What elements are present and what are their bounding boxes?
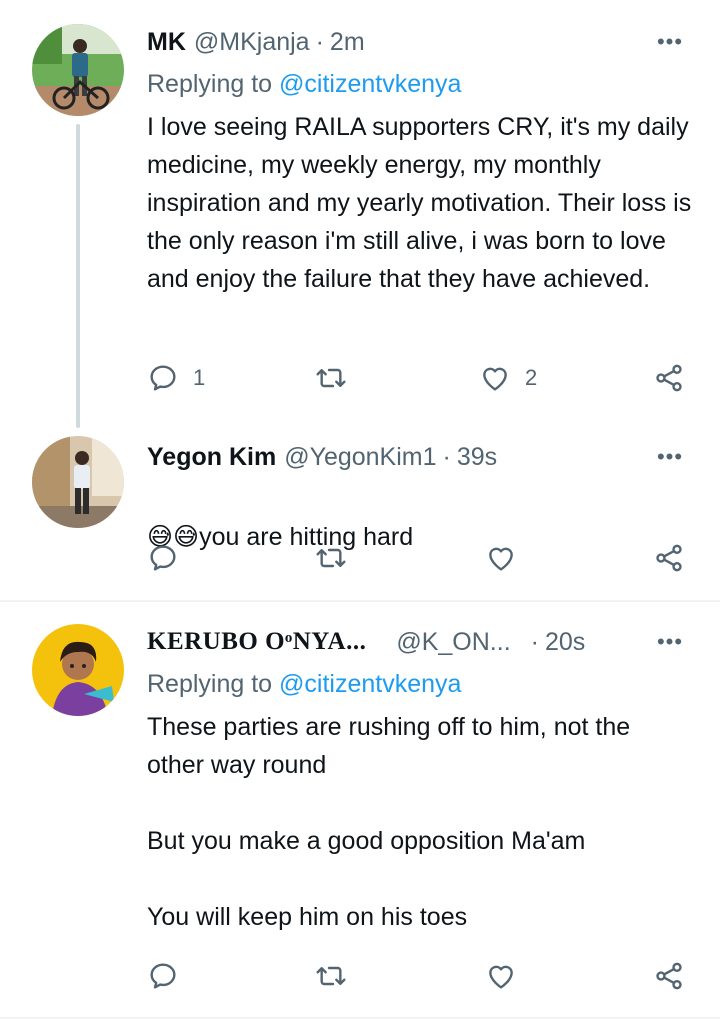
reply-button[interactable]	[147, 956, 179, 996]
replying-to: Replying to @citizentvkenya	[147, 70, 461, 99]
replying-label: Replying to	[147, 70, 280, 98]
timestamp[interactable]: 2m	[330, 28, 365, 57]
share-button[interactable]	[653, 358, 685, 398]
tweet-mk[interactable]: MK @MKjanja · 2m ••• Replying to @citize…	[0, 0, 720, 430]
handle[interactable]: @MKjanja	[194, 28, 310, 57]
tweet-yegon[interactable]: Yegon Kim @YegonKim1 · 39s ••• 😅😅you are…	[0, 430, 720, 600]
share-icon	[653, 542, 685, 574]
heart-icon	[479, 362, 511, 394]
divider	[0, 1017, 720, 1019]
replying-to: Replying to @citizentvkenya	[147, 670, 461, 699]
retweet-button[interactable]	[315, 956, 347, 996]
replying-to-link[interactable]: @citizentvkenya	[279, 670, 461, 698]
tweet-header: MK @MKjanja · 2m •••	[147, 24, 690, 60]
display-name[interactable]: MK	[147, 28, 186, 57]
display-name[interactable]: Yegon Kim	[147, 443, 276, 472]
reply-icon	[147, 542, 179, 574]
reply-button[interactable]: 1	[147, 358, 205, 398]
share-button[interactable]	[653, 956, 685, 996]
reply-button[interactable]	[147, 538, 179, 578]
heart-icon	[485, 960, 517, 992]
timestamp[interactable]: 20s	[545, 628, 585, 657]
reply-count: 1	[193, 365, 206, 390]
retweet-button[interactable]	[315, 538, 347, 578]
avatar-mk-image	[32, 24, 124, 116]
display-name[interactable]: KERUBO OᵒNYA...	[147, 628, 366, 656]
tweet-kerubo[interactable]: KERUBO OᵒNYA... @K_ON... · 20s ••• Reply…	[0, 602, 720, 1021]
retweet-icon	[315, 960, 347, 992]
handle[interactable]: @K_ON...	[396, 628, 510, 657]
heart-icon	[485, 542, 517, 574]
more-icon[interactable]: •••	[650, 24, 690, 60]
tweet-actions: 1 2	[147, 358, 692, 398]
replying-to-link[interactable]: @citizentvkenya	[279, 70, 461, 98]
avatar[interactable]	[32, 24, 124, 116]
avatar[interactable]	[32, 436, 124, 528]
replying-label: Replying to	[147, 670, 280, 698]
separator-dot: ·	[442, 442, 451, 471]
thread-line	[76, 124, 80, 428]
tweet-actions	[147, 538, 692, 578]
reply-icon	[147, 362, 179, 394]
tweet-text: These parties are rushing off to him, no…	[147, 713, 631, 931]
retweet-icon	[315, 542, 347, 574]
tweet-header: KERUBO OᵒNYA... @K_ON... · 20s •••	[147, 624, 690, 660]
tweet-header: Yegon Kim @YegonKim1 · 39s •••	[147, 439, 690, 475]
like-count: 2	[525, 365, 538, 390]
tweet-actions	[147, 956, 692, 996]
separator-dot: ·	[530, 627, 539, 656]
like-button[interactable]	[485, 538, 517, 578]
share-icon	[653, 960, 685, 992]
timestamp[interactable]: 39s	[457, 443, 497, 472]
handle[interactable]: @YegonKim1	[284, 443, 436, 472]
avatar[interactable]	[32, 624, 124, 716]
retweet-icon	[315, 362, 347, 394]
share-button[interactable]	[653, 538, 685, 578]
like-button[interactable]: 2	[479, 358, 537, 398]
avatar-kerubo-image	[32, 624, 124, 716]
retweet-button[interactable]	[315, 358, 347, 398]
share-icon	[653, 362, 685, 394]
separator-dot: ·	[315, 27, 324, 56]
more-icon[interactable]: •••	[650, 439, 690, 475]
like-button[interactable]	[485, 956, 517, 996]
avatar-yegon-image	[32, 436, 124, 528]
reply-icon	[147, 960, 179, 992]
tweet-text: I love seeing RAILA supporters CRY, it's…	[147, 113, 692, 293]
more-icon[interactable]: •••	[650, 624, 690, 660]
